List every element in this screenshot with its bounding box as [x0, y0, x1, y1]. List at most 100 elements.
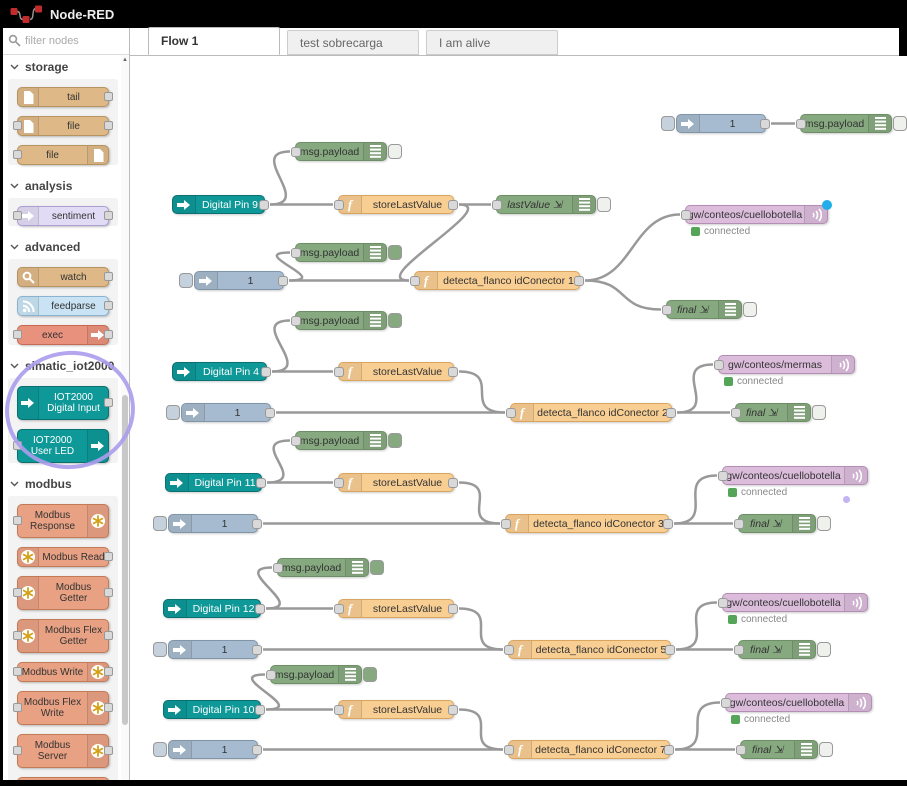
scroll-up-icon[interactable]: ▲ — [121, 57, 129, 63]
input-port[interactable] — [334, 478, 344, 488]
inject-button[interactable] — [166, 405, 180, 420]
input-port[interactable] — [13, 516, 22, 525]
input-port[interactable] — [731, 408, 741, 418]
input-port[interactable] — [718, 598, 728, 608]
input-port[interactable] — [13, 667, 22, 676]
flow-node-iot-digital-pin-9[interactable]: Digital Pin 9 — [172, 195, 265, 214]
debug-toggle-button[interactable] — [743, 302, 757, 317]
flow-node-debug-final[interactable]: final ⇲ — [666, 300, 742, 319]
palette-node-modbus-getter[interactable]: ModbusGetter — [17, 576, 109, 610]
wire[interactable] — [459, 609, 503, 650]
output-port[interactable] — [664, 745, 674, 755]
flow-node-debug-msg-payload[interactable]: msg.payload — [295, 142, 387, 161]
output-port[interactable] — [104, 211, 113, 220]
flow-node-function-storelastvalue[interactable]: fstoreLastValue — [338, 195, 454, 214]
wire[interactable] — [675, 703, 720, 750]
input-port[interactable] — [13, 330, 22, 339]
palette-node-modbus-read[interactable]: Modbus Read — [17, 547, 109, 567]
flow-node-inject-1[interactable]: 1 — [168, 740, 258, 759]
palette-node-iot2000-digital-input[interactable]: IOT2000Digital Input — [17, 386, 109, 420]
palette-node-modbus-write[interactable]: Modbus Write — [17, 662, 109, 682]
wire[interactable] — [677, 365, 713, 413]
output-port[interactable] — [448, 200, 458, 210]
flow-node-function-storelastvalue[interactable]: fstoreLastValue — [338, 473, 454, 492]
flow-node-debug-final[interactable]: final ⇲ — [735, 403, 811, 422]
flow-node-inject-1[interactable]: 1 — [676, 114, 766, 133]
flow-node-iot-digital-pin-11[interactable]: Digital Pin 11 — [165, 473, 262, 492]
flow-node-debug-msg-payload[interactable]: msg.payload — [270, 665, 362, 684]
output-port[interactable] — [104, 667, 113, 676]
output-port[interactable] — [104, 92, 113, 101]
output-port[interactable] — [261, 367, 271, 377]
inject-button[interactable] — [661, 116, 675, 131]
wire[interactable] — [459, 372, 505, 413]
flow-node-debug-final[interactable]: final ⇲ — [738, 640, 816, 659]
input-port[interactable] — [501, 519, 511, 529]
palette-node-watch[interactable]: watch — [17, 267, 109, 287]
output-port[interactable] — [252, 745, 262, 755]
palette-node-modbus-flex-getter[interactable]: Modbus FlexGetter — [17, 619, 109, 653]
palette-node-exec[interactable]: exec — [17, 325, 109, 345]
output-port[interactable] — [104, 631, 113, 640]
flow-node-inject-1[interactable]: 1 — [181, 403, 271, 422]
input-port[interactable] — [334, 367, 344, 377]
input-port[interactable] — [334, 705, 344, 715]
input-port[interactable] — [13, 703, 22, 712]
flow-node-inject-1[interactable]: 1 — [168, 514, 258, 533]
flow-node-mqtt-gw-conteos-mermas[interactable]: gw/conteos/mermas — [718, 355, 855, 374]
input-port[interactable] — [492, 200, 502, 210]
input-port[interactable] — [291, 147, 301, 157]
inject-button[interactable] — [179, 273, 193, 288]
wire[interactable] — [585, 215, 680, 281]
flow-node-debug-msg-payload[interactable]: msg.payload — [295, 243, 387, 262]
palette-node-file[interactable]: file — [17, 145, 109, 165]
debug-toggle-button[interactable] — [812, 405, 826, 420]
debug-toggle-button[interactable] — [363, 667, 377, 682]
output-port[interactable] — [252, 519, 262, 529]
wire[interactable] — [272, 321, 290, 372]
input-port[interactable] — [13, 150, 22, 159]
output-port[interactable] — [104, 746, 113, 755]
input-port[interactable] — [291, 436, 301, 446]
palette-category-storage[interactable]: storage — [3, 55, 121, 79]
wire[interactable] — [270, 152, 290, 205]
output-port[interactable] — [104, 121, 113, 130]
flow-canvas[interactable]: 1 msg.payload msg.payload Digital Pin 9 fsto… — [130, 56, 907, 780]
input-port[interactable] — [13, 746, 22, 755]
input-port[interactable] — [662, 305, 672, 315]
palette-node-file[interactable]: file — [17, 116, 109, 136]
output-port[interactable] — [104, 588, 113, 597]
input-port[interactable] — [13, 588, 22, 597]
output-port[interactable] — [760, 119, 770, 129]
flow-node-iot-digital-pin-12[interactable]: Digital Pin 12 — [163, 599, 261, 618]
input-port[interactable] — [734, 645, 744, 655]
tab-flow-1[interactable]: Flow 1 — [148, 27, 280, 55]
palette-node-iot2000-user-led[interactable]: IOT2000User LED — [17, 429, 109, 463]
input-port[interactable] — [718, 471, 728, 481]
output-port[interactable] — [448, 705, 458, 715]
output-port[interactable] — [448, 478, 458, 488]
output-port[interactable] — [255, 705, 265, 715]
flow-node-debug-msg-payload[interactable]: msg.payload — [295, 311, 387, 330]
input-port[interactable] — [13, 121, 22, 130]
input-port[interactable] — [504, 745, 514, 755]
output-port[interactable] — [663, 519, 673, 529]
input-port[interactable] — [334, 200, 344, 210]
input-port[interactable] — [13, 211, 22, 220]
flow-node-inject-1[interactable]: 1 — [194, 271, 284, 290]
output-port[interactable] — [104, 398, 113, 407]
output-port[interactable] — [104, 552, 113, 561]
inject-button[interactable] — [153, 742, 167, 757]
input-port[interactable] — [291, 248, 301, 258]
flow-node-function-detecta-flanco-idconector-3[interactable]: fdetecta_flanco idConector 3 — [505, 514, 669, 533]
debug-toggle-button[interactable] — [370, 560, 384, 575]
wire[interactable] — [676, 603, 717, 650]
flow-node-debug-msg-payload[interactable]: msg.payload — [800, 114, 892, 133]
wire[interactable] — [459, 483, 500, 524]
flow-node-mqtt-gw-conteos-cuellobotella[interactable]: gw/conteos/cuellobotella — [722, 593, 868, 612]
output-port[interactable] — [252, 645, 262, 655]
palette-node-sentiment[interactable]: sentiment — [17, 206, 109, 226]
output-port[interactable] — [259, 200, 269, 210]
output-port[interactable] — [666, 408, 676, 418]
input-port[interactable] — [734, 519, 744, 529]
